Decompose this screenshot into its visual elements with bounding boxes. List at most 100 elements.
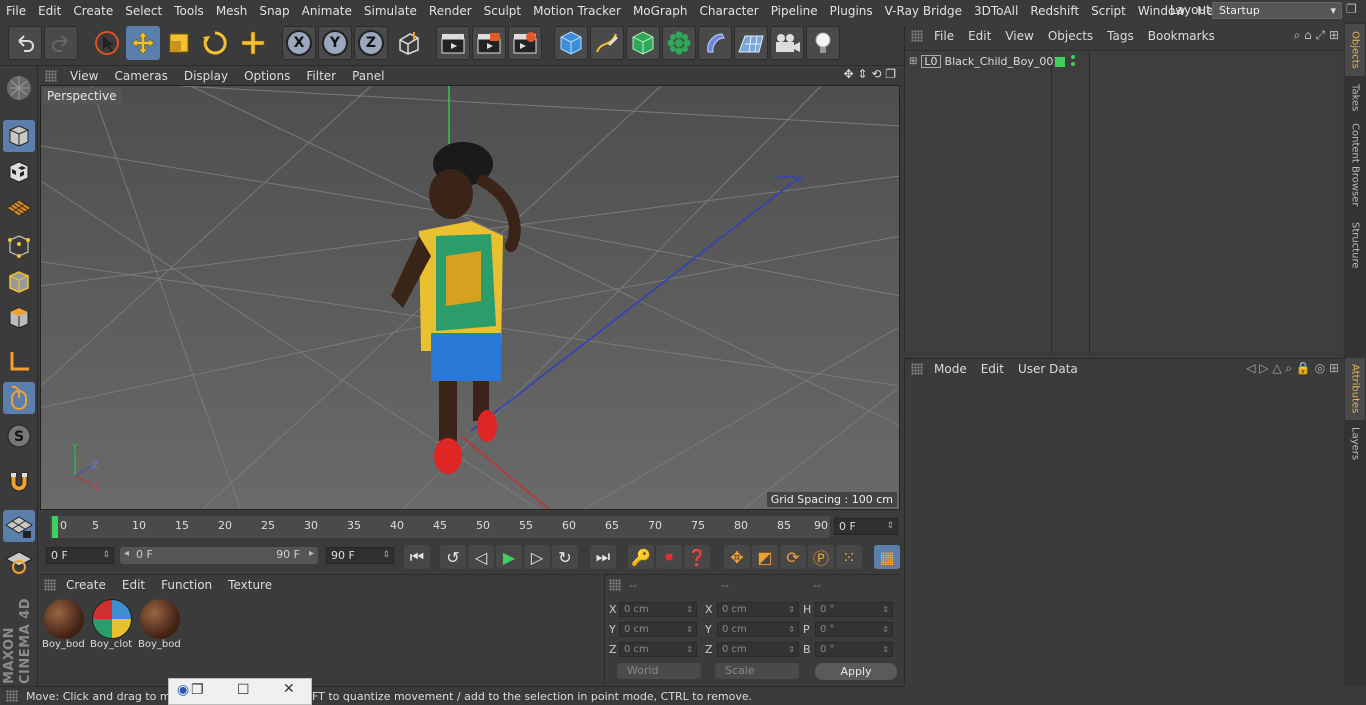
render-picture-viewer-button[interactable] [472,26,506,60]
playhead-marker[interactable] [52,516,58,538]
redo-button[interactable] [44,26,78,60]
menu-3dtoall[interactable]: 3DToAll [968,4,1024,18]
pos-y-field[interactable]: 0 cm [619,622,697,637]
menu-tools[interactable]: Tools [168,4,210,18]
tab-objects[interactable]: Objects [1345,24,1365,76]
z-axis-button[interactable]: Z [354,26,388,60]
solo-button[interactable]: S [3,420,35,452]
pos-z-field[interactable]: 0 cm [619,642,697,657]
viewport-menu-panel[interactable]: Panel [344,69,392,83]
attribute-menu-edit[interactable]: Edit [974,362,1011,376]
menu-redshift[interactable]: Redshift [1024,4,1085,18]
viewport-menu-cameras[interactable]: Cameras [106,69,175,83]
coordinates-grip-icon[interactable] [609,579,621,591]
close-icon[interactable]: ✕ [283,681,295,697]
texture-mode-button[interactable] [3,156,35,188]
end-frame-field[interactable]: 90 F [326,547,394,564]
recent-tool-button[interactable] [236,26,270,60]
make-editable-button[interactable] [3,72,35,104]
menu-sculpt[interactable]: Sculpt [478,4,527,18]
size-z-field[interactable]: 0 cm [717,642,799,657]
viewport-menu-display[interactable]: Display [176,69,236,83]
spline-pen-button[interactable] [590,26,624,60]
record-keys-button[interactable]: 🔑 [628,545,654,569]
scale-tool-button[interactable] [162,26,196,60]
menu-motion-tracker[interactable]: Motion Tracker [527,4,627,18]
workplane-lock-button[interactable] [3,510,35,542]
size-mode-dropdown[interactable]: Scale [715,663,799,679]
apply-button[interactable]: Apply [815,663,897,680]
camera-button[interactable] [770,26,804,60]
rot-h-field[interactable]: 0 ° [815,602,893,617]
menu-edit[interactable]: Edit [32,4,67,18]
pos-x-field[interactable]: 0 cm [619,602,697,617]
attribute-nav-icons[interactable]: ◁ ▷ △ ⌕ 🔒 ◎ ⊞ [1246,361,1339,376]
restore-icon[interactable]: ❐ [191,682,204,698]
object-search-home-icons[interactable]: ⌕ ⌂ ⤢ ⊞ [1294,28,1339,43]
render-visibility-dot[interactable] [1071,62,1075,66]
render-settings-button[interactable] [508,26,542,60]
object-menu-file[interactable]: File [927,29,961,43]
keyframe-selection-button[interactable]: ❓ [684,545,710,569]
material-item[interactable]: Boy_clot [90,599,136,657]
undo-button[interactable] [8,26,42,60]
locked-workplane-button[interactable] [3,546,35,578]
edge-mode-button[interactable] [3,266,35,298]
object-row[interactable]: ⊞ L0 Black_Child_Boy_001 [909,55,1060,68]
auto-keying-button[interactable]: ⏺ [656,545,682,569]
live-selection-button[interactable] [90,26,124,60]
tab-attributes[interactable]: Attributes [1345,358,1365,420]
object-menu-objects[interactable]: Objects [1041,29,1100,43]
perspective-viewport[interactable]: Y Z X Perspective Grid Spacing : 100 cm [40,85,900,510]
menu-script[interactable]: Script [1085,4,1132,18]
key-position-button[interactable]: ✥ [724,545,750,569]
key-parameter-button[interactable]: Ⓟ [808,545,834,569]
tab-structure[interactable]: Structure [1345,216,1365,274]
preview-range-slider[interactable]: ◂ 0 F 90 F ▸ [120,547,318,564]
timeline-window-button[interactable]: ▦ [874,545,900,569]
deformer-button[interactable] [698,26,732,60]
key-pla-button[interactable]: ⁙ [836,545,862,569]
start-frame-field[interactable]: 0 F [46,547,114,564]
material-menu-texture[interactable]: Texture [220,578,280,592]
material-menu-create[interactable]: Create [58,578,114,592]
object-menu-tags[interactable]: Tags [1100,29,1141,43]
current-frame-field[interactable]: 0 F [834,518,898,535]
enable-snap-button[interactable] [3,466,35,498]
menu-render[interactable]: Render [423,4,478,18]
size-x-field[interactable]: 0 cm [717,602,799,617]
menu-select[interactable]: Select [119,4,168,18]
menu-mesh[interactable]: Mesh [210,4,254,18]
menu-snap[interactable]: Snap [253,4,295,18]
menu-vray-bridge[interactable]: V-Ray Bridge [879,4,968,18]
material-menu-edit[interactable]: Edit [114,578,153,592]
object-menu-bookmarks[interactable]: Bookmarks [1141,29,1222,43]
menu-create[interactable]: Create [67,4,119,18]
subdivision-surface-button[interactable] [626,26,660,60]
axis-mode-button[interactable] [3,346,35,378]
layer-color-swatch[interactable] [1055,57,1065,67]
menu-character[interactable]: Character [693,4,764,18]
timeline-track[interactable]: 0 5 10 15 20 25 30 35 40 45 50 55 60 65 … [50,516,830,538]
y-axis-button[interactable]: Y [318,26,352,60]
restore-window-icon[interactable]: ❐ [1346,2,1357,16]
tab-layers[interactable]: Layers [1345,424,1365,464]
move-tool-button[interactable] [126,26,160,60]
model-mode-button[interactable] [3,120,35,152]
workplane-mode-button[interactable] [3,192,35,224]
menu-pipeline[interactable]: Pipeline [765,4,824,18]
floor-button[interactable] [734,26,768,60]
attribute-grip-icon[interactable] [911,363,923,375]
coordinate-space-dropdown[interactable]: World [617,663,701,679]
go-to-start-button[interactable]: ⏮ [404,545,430,569]
tab-takes[interactable]: Takes [1345,80,1365,116]
previous-frame-button[interactable]: ◁ [468,545,494,569]
expand-plus-icon[interactable]: ⊞ [909,56,917,67]
viewport-menu-options[interactable]: Options [236,69,298,83]
tab-content-browser[interactable]: Content Browser [1345,120,1365,210]
menu-plugins[interactable]: Plugins [824,4,879,18]
viewport-menu-view[interactable]: View [62,69,106,83]
key-scale-button[interactable]: ◩ [752,545,778,569]
object-menu-view[interactable]: View [998,29,1040,43]
next-frame-button[interactable]: ▷ [524,545,550,569]
